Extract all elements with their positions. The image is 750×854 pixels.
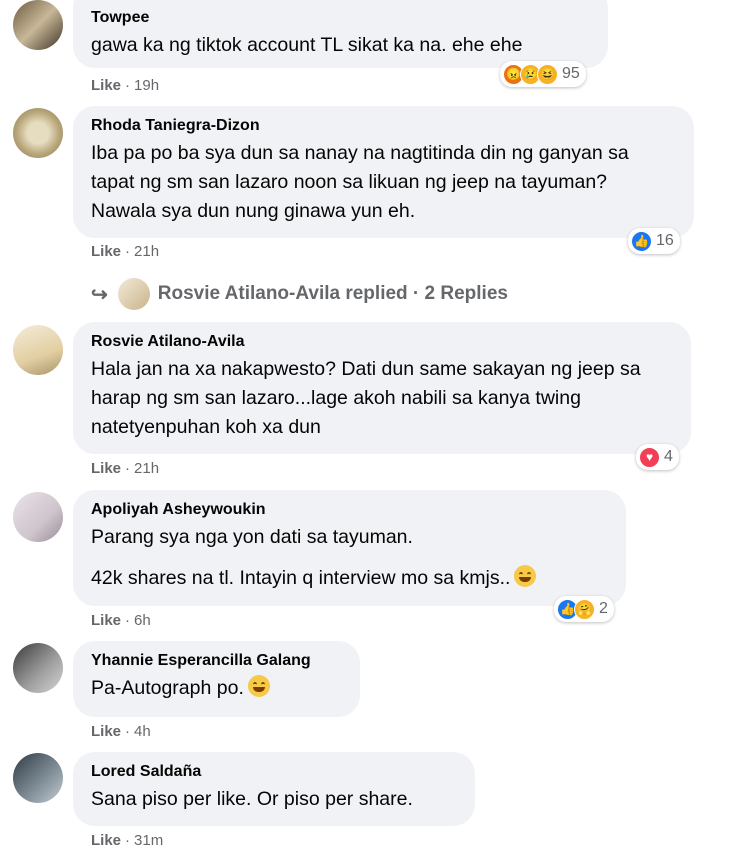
smile-emoji-icon	[247, 675, 270, 697]
love-reaction-icon: ♥	[639, 446, 660, 468]
avatar[interactable]	[13, 108, 63, 158]
avatar[interactable]	[13, 325, 63, 375]
comment-paragraph: Hala jan na xa nakapwesto? Dati dun same…	[91, 358, 641, 438]
comment-bubble: Apoliyah Asheywoukin Parang sya nga yon …	[73, 490, 626, 606]
avatar[interactable]	[13, 0, 63, 50]
comment-text: Parang sya nga yon dati sa tayuman. 42k …	[91, 523, 608, 593]
avatar[interactable]	[13, 492, 63, 542]
comment-author[interactable]: Apoliyah Asheywoukin	[91, 500, 608, 520]
reaction-summary[interactable]: 👍 16	[628, 228, 680, 254]
comment-paragraph: Sana piso per like. Or piso per share.	[91, 788, 413, 810]
like-reaction-icon: 👍	[631, 230, 652, 252]
reaction-count: 4	[664, 448, 673, 465]
comment-bubble: Rosvie Atilano-Avila Hala jan na xa naka…	[73, 322, 691, 454]
comment-bubble: Towpee gawa ka ng tiktok account TL sika…	[73, 0, 608, 68]
like-button[interactable]: Like	[91, 243, 121, 260]
comment-author[interactable]: Towpee	[91, 8, 590, 28]
comment-meta: Like · 6h	[91, 612, 151, 629]
like-button[interactable]: Like	[91, 832, 121, 849]
comment-time[interactable]: 21h	[134, 243, 159, 260]
comment-meta: Like · 4h	[91, 723, 151, 740]
like-button[interactable]: Like	[91, 723, 121, 740]
comment-meta: Like · 19h	[91, 77, 160, 94]
comment-bubble: Rhoda Taniegra-Dizon Iba pa po ba sya du…	[73, 106, 694, 238]
comment-text: gawa ka ng tiktok account TL sikat ka na…	[91, 31, 590, 60]
comment-time[interactable]: 31m	[134, 832, 163, 849]
like-button[interactable]: Like	[91, 77, 121, 94]
reaction-count: 2	[599, 600, 608, 617]
view-replies-link[interactable]: ↪ Rosvie Atilano-Avila replied · 2 Repli…	[91, 278, 508, 310]
reaction-count: 95	[562, 65, 580, 82]
comment-time[interactable]: 21h	[134, 460, 159, 477]
reaction-summary[interactable]: 👍 🤗 2	[554, 596, 614, 622]
haha-reaction-icon: 😆	[537, 63, 558, 85]
comment-bubble: Yhannie Esperancilla Galang Pa-Autograph…	[73, 641, 360, 717]
comment-author[interactable]: Yhannie Esperancilla Galang	[91, 651, 342, 671]
comment-meta: Like · 21h	[91, 243, 160, 260]
like-button[interactable]: Like	[91, 612, 121, 629]
comment-author[interactable]: Lored Saldaña	[91, 762, 457, 782]
reaction-summary[interactable]: ♥ 4	[636, 444, 679, 470]
avatar	[117, 278, 150, 310]
comment-paragraph: Iba pa po ba sya dun sa nanay na nagtiti…	[91, 142, 629, 222]
comment-meta: Like · 31m	[91, 832, 164, 849]
comment-paragraph: gawa ka ng tiktok account TL sikat ka na…	[91, 34, 523, 56]
smile-emoji-icon	[514, 565, 537, 587]
comment-text: Hala jan na xa nakapwesto? Dati dun same…	[91, 355, 673, 442]
comment-paragraph: Parang sya nga yon dati sa tayuman.	[91, 526, 413, 548]
reaction-count: 16	[656, 232, 674, 249]
comment-text: Pa-Autograph po.	[91, 674, 342, 703]
comment-text: Iba pa po ba sya dun sa nanay na nagtiti…	[91, 139, 676, 226]
like-button[interactable]: Like	[91, 460, 121, 477]
reply-arrow-icon: ↪	[91, 283, 108, 306]
comment-paragraph: 42k shares na tl. Intayin q interview mo…	[91, 564, 608, 593]
reaction-summary[interactable]: 😠 😢 😆 95	[500, 61, 586, 87]
care-reaction-icon: 🤗	[574, 598, 595, 620]
comment-time[interactable]: 4h	[134, 723, 151, 740]
comment-time[interactable]: 6h	[134, 612, 151, 629]
comment-bubble: Lored Saldaña Sana piso per like. Or pis…	[73, 752, 475, 826]
comment-author[interactable]: Rhoda Taniegra-Dizon	[91, 116, 676, 136]
comment-paragraph: Pa-Autograph po.	[91, 674, 342, 703]
avatar[interactable]	[13, 643, 63, 693]
comment-meta: Like · 21h	[91, 460, 160, 477]
comment-text: Sana piso per like. Or piso per share.	[91, 785, 457, 814]
comment-time[interactable]: 19h	[134, 77, 159, 94]
avatar[interactable]	[13, 753, 63, 803]
comment-author[interactable]: Rosvie Atilano-Avila	[91, 332, 673, 352]
replies-label: Rosvie Atilano-Avila replied · 2 Replies	[157, 283, 508, 304]
